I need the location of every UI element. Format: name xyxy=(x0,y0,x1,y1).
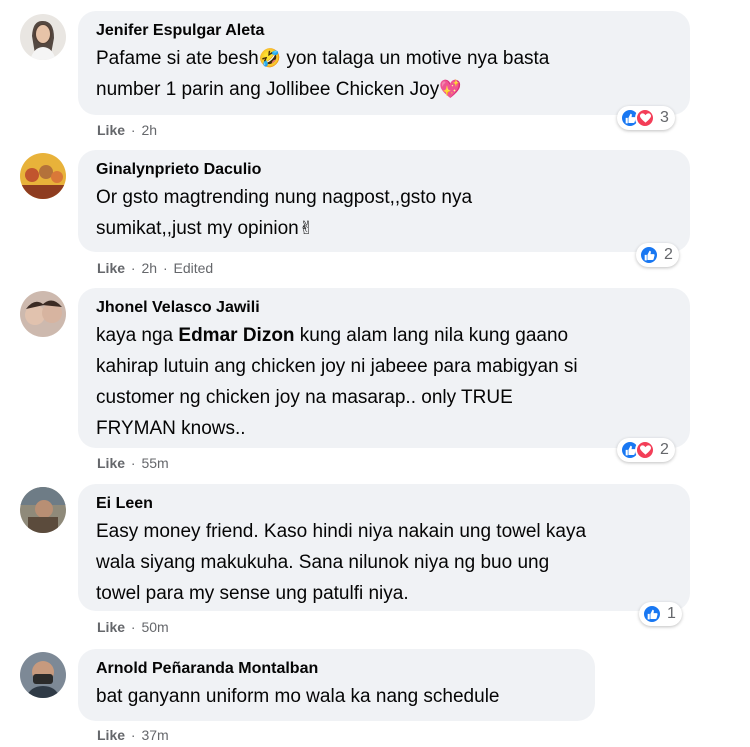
comment-author[interactable]: Arnold Peñaranda Montalban xyxy=(96,659,579,679)
love-icon xyxy=(635,440,655,460)
comment-meta: Like · 50m xyxy=(97,619,169,635)
comment-text: bat ganyann uniform mo wala ka nang sche… xyxy=(96,686,500,707)
like-button[interactable]: Like xyxy=(97,260,125,276)
reaction-summary[interactable]: 2 xyxy=(636,243,679,267)
comment-author[interactable]: Ei Leen xyxy=(96,494,674,514)
timestamp[interactable]: 50m xyxy=(141,619,168,635)
reaction-summary[interactable]: 2 xyxy=(617,438,675,462)
reaction-count: 1 xyxy=(667,605,676,622)
comment-bubble: Ginalynprieto Daculio Or gsto magtrendin… xyxy=(78,150,690,252)
comment-bubble: Ei Leen Easy money friend. Kaso hindi ni… xyxy=(78,484,690,611)
rofl-emoji-icon: 🤣 xyxy=(258,48,282,68)
reaction-count: 2 xyxy=(660,441,669,458)
comment-text: kaya nga Edmar Dizon kung alam lang nila… xyxy=(96,325,578,439)
like-button[interactable]: Like xyxy=(97,727,125,743)
comment-author[interactable]: Jenifer Espulgar Aleta xyxy=(96,21,674,41)
comment-meta: Like · 55m xyxy=(97,455,169,471)
comment-meta: Like · 2h · Edited xyxy=(97,260,214,276)
comment-author[interactable]: Jhonel Velasco Jawili xyxy=(96,298,674,318)
like-button[interactable]: Like xyxy=(97,122,125,138)
avatar[interactable] xyxy=(20,652,66,698)
comment-text: Or gsto magtrending nung nagpost,,gsto n… xyxy=(96,187,473,239)
edited-label[interactable]: Edited xyxy=(174,260,214,276)
comment-bubble: Jhonel Velasco Jawili kaya nga Edmar Diz… xyxy=(78,288,690,448)
avatar[interactable] xyxy=(20,153,66,199)
comment-bubble: Jenifer Espulgar Aleta Pafame si ate bes… xyxy=(78,11,690,115)
like-button[interactable]: Like xyxy=(97,455,125,471)
avatar[interactable] xyxy=(20,291,66,337)
heart-emoji-icon: 💖 xyxy=(439,79,462,99)
timestamp[interactable]: 37m xyxy=(141,727,168,743)
comment-author[interactable]: Ginalynprieto Daculio xyxy=(96,160,674,180)
mention-link[interactable]: Edmar Dizon xyxy=(178,325,294,346)
comment-meta: Like · 37m xyxy=(97,727,169,743)
avatar[interactable] xyxy=(20,487,66,533)
reaction-summary[interactable]: 1 xyxy=(639,602,682,626)
comment-meta: Like · 2h xyxy=(97,122,158,138)
timestamp[interactable]: 2h xyxy=(141,260,157,276)
timestamp[interactable]: 2h xyxy=(141,122,157,138)
comment-text: Pafame si ate besh🤣 yon talaga un motive… xyxy=(96,48,550,100)
like-icon xyxy=(639,245,659,265)
comment-text: Easy money friend. Kaso hindi niya nakai… xyxy=(96,521,587,604)
comment-bubble: Arnold Peñaranda Montalban bat ganyann u… xyxy=(78,649,595,721)
reaction-count: 2 xyxy=(664,246,673,263)
love-icon xyxy=(635,108,655,128)
avatar[interactable] xyxy=(20,14,66,60)
reaction-summary[interactable]: 3 xyxy=(617,106,675,130)
timestamp[interactable]: 55m xyxy=(141,455,168,471)
like-icon xyxy=(642,604,662,624)
reaction-count: 3 xyxy=(660,109,669,126)
victory-hand-emoji-icon: ✌ xyxy=(298,218,314,238)
like-button[interactable]: Like xyxy=(97,619,125,635)
